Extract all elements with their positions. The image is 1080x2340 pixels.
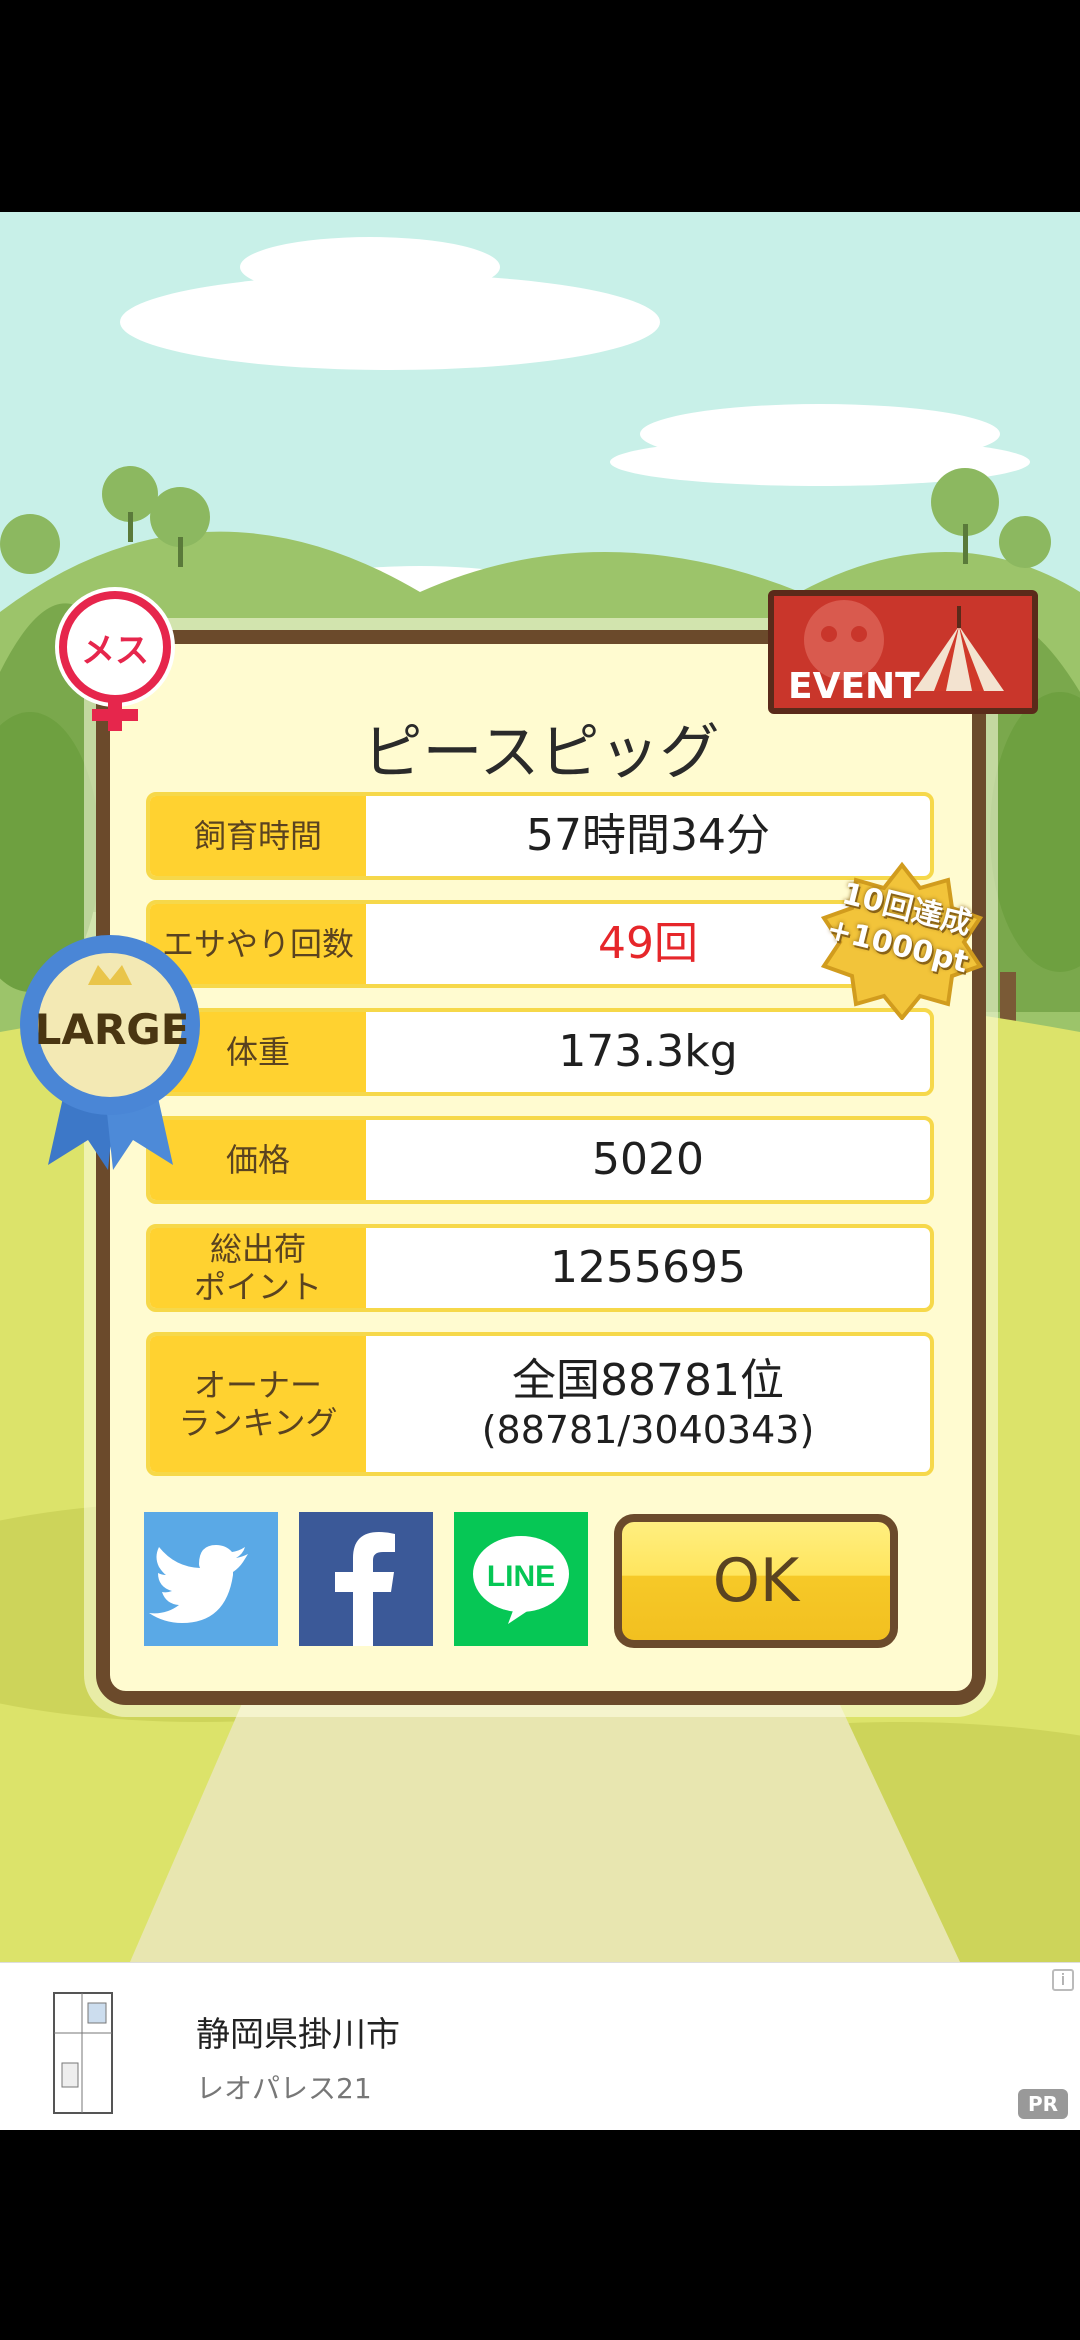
stat-value-text: 5020 — [592, 1133, 704, 1185]
stat-row-weight: 体重 173.3kg — [146, 1008, 934, 1096]
navigation-bar-area — [0, 2130, 1080, 2340]
stat-value: 1255695 — [366, 1228, 930, 1308]
facebook-icon — [335, 1532, 395, 1646]
facebook-share-button[interactable] — [299, 1512, 433, 1646]
twitter-share-button[interactable] — [144, 1512, 278, 1646]
line-icon: LINE — [473, 1536, 569, 1624]
stat-row-breeding-time: 飼育時間 57時間34分 — [146, 792, 934, 880]
stat-value-text: 173.3kg — [558, 1025, 738, 1077]
stat-label: オーナー ランキング — [150, 1336, 366, 1472]
event-label: EVENT — [788, 666, 920, 707]
achievement-badge: 10回達成 +1000pt — [818, 860, 986, 1020]
stat-row-owner-ranking: オーナー ランキング 全国88781位 (88781/3040343) — [146, 1332, 934, 1476]
large-ribbon-badge: LARGE — [18, 925, 203, 1175]
ranking-text: 全国88781位 — [512, 1354, 784, 1406]
stat-value: 5020 — [366, 1120, 930, 1200]
ad-title: 静岡県掛川市 — [196, 2015, 400, 2055]
ribbon-label: LARGE — [34, 1005, 190, 1054]
pig-name-title: ピースピッグ — [362, 718, 720, 788]
ok-button[interactable]: OK — [614, 1514, 898, 1648]
twitter-icon — [149, 1545, 248, 1623]
ad-pr-badge: PR — [1018, 2089, 1068, 2119]
stat-row-price: 価格 5020 — [146, 1116, 934, 1204]
stat-value: 全国88781位 (88781/3040343) — [366, 1336, 930, 1472]
stat-value-text: 49回 — [598, 917, 698, 969]
line-share-button[interactable]: LINE — [454, 1512, 588, 1646]
event-banner[interactable]: EVENT — [768, 590, 1038, 714]
line-logo-text: LINE — [487, 1560, 555, 1593]
gender-label: メス — [81, 631, 149, 671]
ranking-detail: (88781/3040343) — [481, 1407, 815, 1452]
female-gender-icon: メス — [50, 585, 180, 735]
ad-subtitle: レオパレス21 — [196, 2072, 372, 2105]
ad-info-icon[interactable]: i — [1052, 1969, 1074, 1991]
stat-value-text: 1255695 — [550, 1241, 746, 1293]
stat-row-total-shipping-points: 総出荷 ポイント 1255695 — [146, 1224, 934, 1312]
stat-value-text: 57時間34分 — [526, 809, 770, 861]
stat-label: 総出荷 ポイント — [150, 1228, 366, 1308]
stat-value: 173.3kg — [366, 1012, 930, 1092]
floorplan-thumbnail — [53, 1992, 113, 2114]
stat-label: 飼育時間 — [150, 796, 366, 876]
ad-banner[interactable]: 静岡県掛川市 レオパレス21 i PR — [0, 1962, 1080, 2130]
status-bar-area — [0, 0, 1080, 212]
